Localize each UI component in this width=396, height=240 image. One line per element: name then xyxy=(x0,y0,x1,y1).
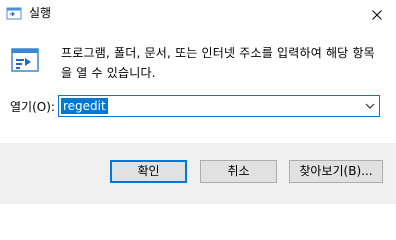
run-icon xyxy=(11,48,39,72)
window-title: 실행 xyxy=(29,6,52,20)
close-icon xyxy=(372,10,382,20)
browse-button[interactable]: 찾아보기(B)... xyxy=(289,160,383,183)
close-button[interactable] xyxy=(358,0,396,30)
chevron-down-icon[interactable] xyxy=(364,100,376,112)
description-text: 프로그램, 폴더, 문서, 또는 인터넷 주소를 입력하여 해당 항목을 열 수… xyxy=(61,46,375,80)
open-input[interactable]: regedit xyxy=(61,98,108,114)
ok-button[interactable]: 확인 xyxy=(110,160,187,183)
button-bar: 확인 취소 찾아보기(B)... xyxy=(0,143,396,204)
open-label: 열기(O): xyxy=(10,100,55,114)
open-combobox[interactable]: regedit xyxy=(58,95,380,117)
title-bar: 실행 xyxy=(0,0,396,30)
run-app-icon xyxy=(6,7,22,20)
cancel-button[interactable]: 취소 xyxy=(200,160,277,183)
